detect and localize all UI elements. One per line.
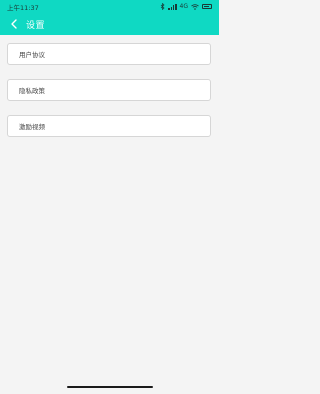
bluetooth-icon: [161, 3, 165, 10]
settings-item-user-agreement[interactable]: 用户协议: [7, 43, 211, 65]
signal-icon: [168, 3, 177, 10]
page-title: 设置: [26, 20, 46, 31]
top-app-bar: 设置: [0, 13, 219, 35]
battery-icon: [202, 4, 212, 9]
status-time: 上午11:37: [7, 3, 39, 12]
home-indicator[interactable]: [67, 386, 153, 388]
chevron-left-icon: [11, 19, 17, 29]
network-label: 4G: [179, 3, 188, 10]
settings-item-reward-video[interactable]: 激励视频: [7, 115, 211, 137]
settings-item-label: 隐私政策: [19, 87, 45, 95]
settings-item-privacy-policy[interactable]: 隐私政策: [7, 79, 211, 101]
wifi-icon: [191, 3, 199, 10]
back-button[interactable]: [3, 13, 25, 35]
status-bar: 上午11:37 4G: [0, 0, 219, 13]
status-icons: 4G: [160, 3, 212, 10]
settings-item-label: 用户协议: [19, 51, 45, 59]
settings-item-label: 激励视频: [19, 123, 45, 131]
